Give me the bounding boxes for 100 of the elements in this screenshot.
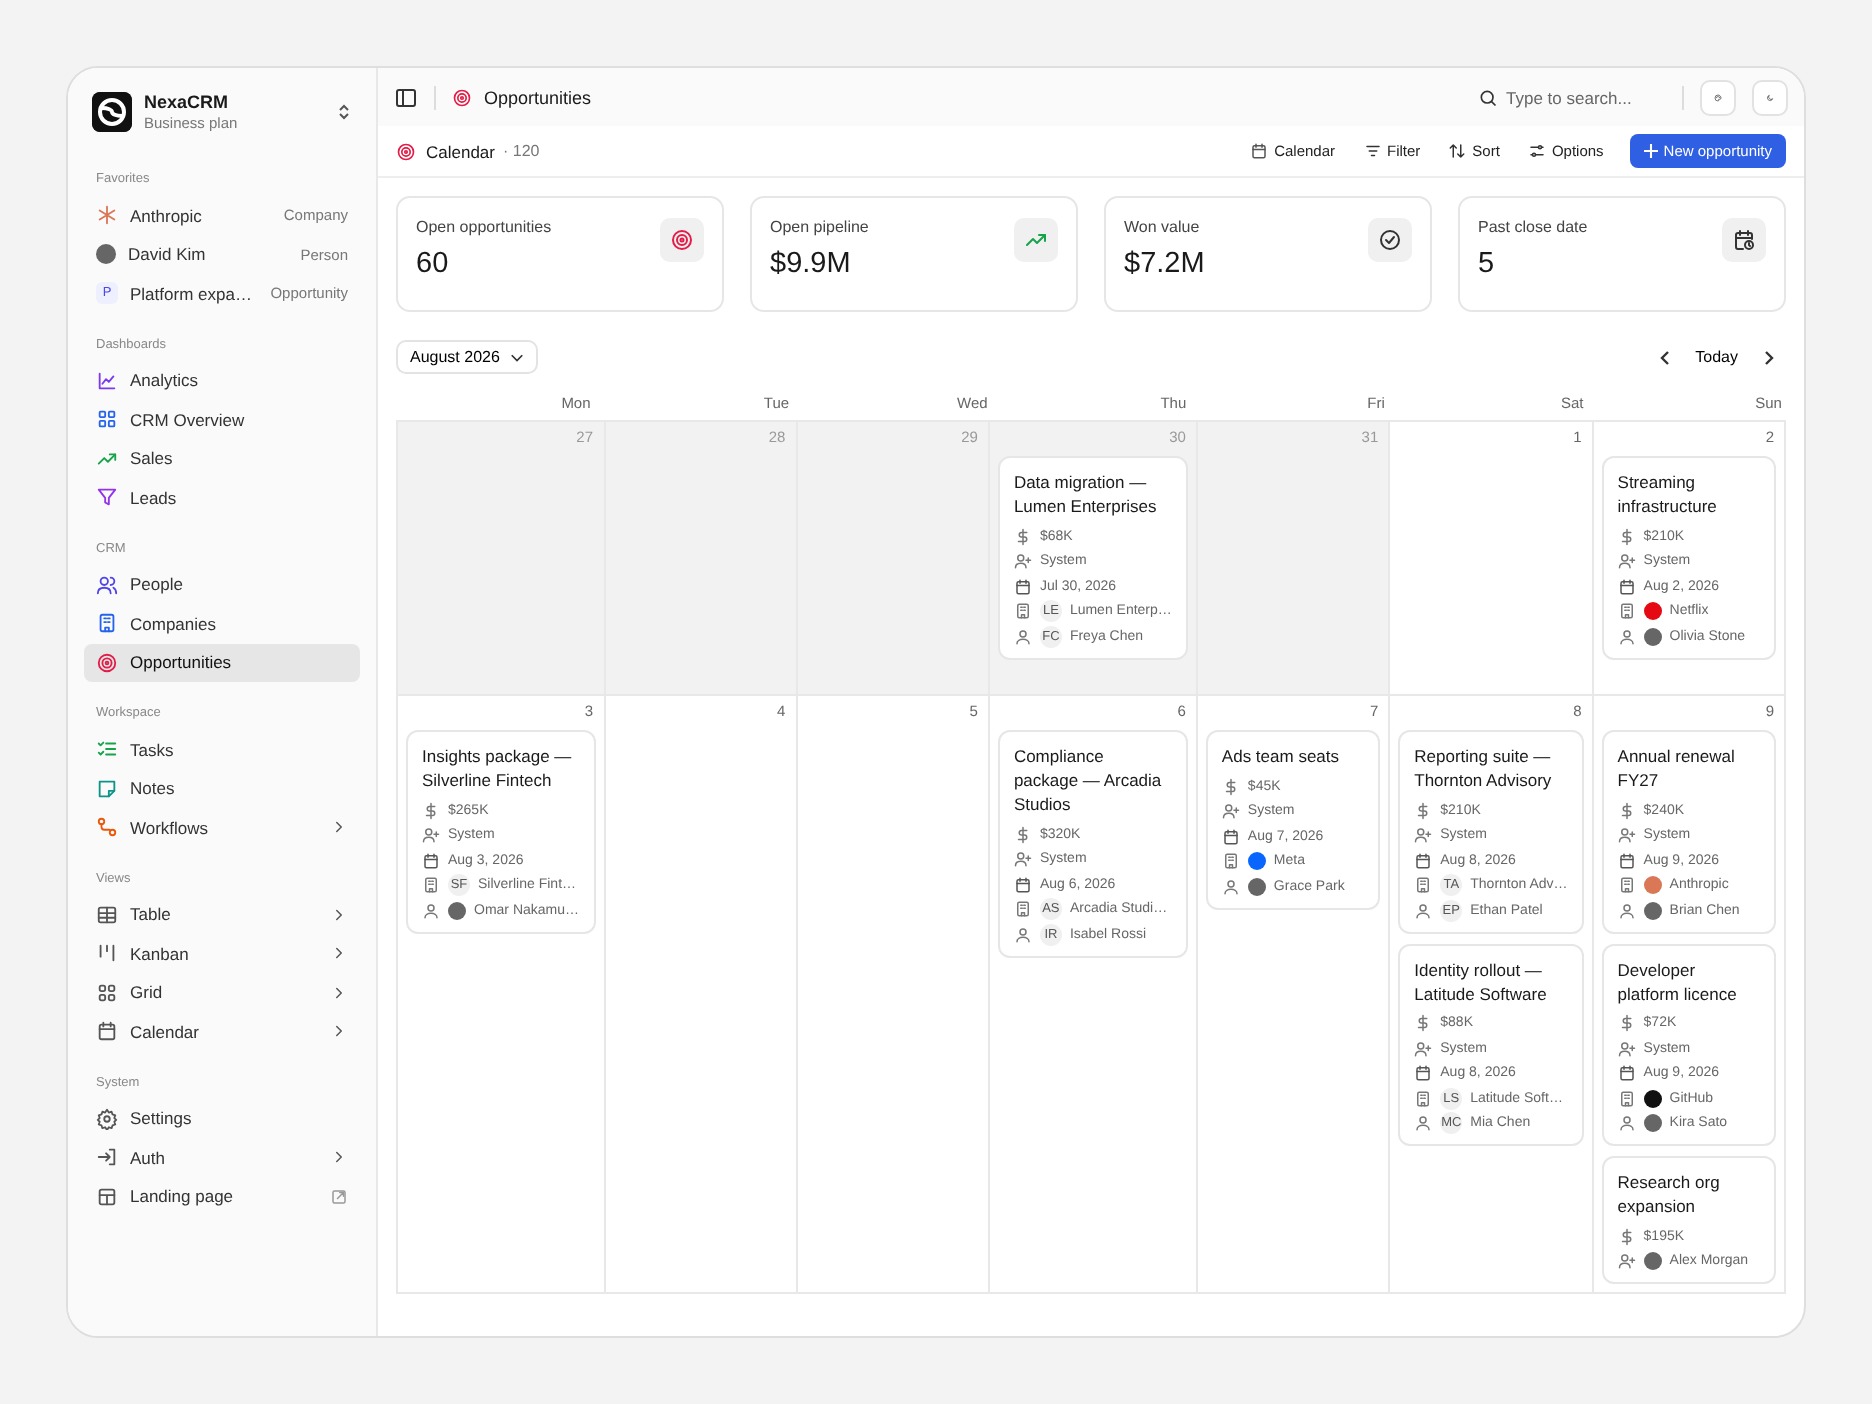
sidebar-item-label: Tasks xyxy=(130,739,176,760)
sidebar-item[interactable]: Workflows xyxy=(84,808,360,847)
today-button[interactable]: Today xyxy=(1683,344,1750,370)
user-icon xyxy=(1013,925,1032,944)
chevron-right-icon xyxy=(330,1148,348,1167)
sidebar-item[interactable]: Leads xyxy=(84,478,360,517)
sidebar-item-label: Companies xyxy=(130,613,218,634)
sidebar-item[interactable]: Companies xyxy=(84,604,360,643)
sidebar-item[interactable]: Kanban xyxy=(84,934,360,973)
sidebar-item[interactable]: Notes xyxy=(84,769,360,808)
deal-title: Compliance package — Arcadia Studios xyxy=(1013,744,1164,816)
sidebar-item[interactable]: Opportunities xyxy=(84,643,360,682)
calendar-clock-icon xyxy=(1732,228,1756,252)
deal-title: Reporting suite — Thornton Advisory xyxy=(1414,744,1554,792)
sidebar-item-label: People xyxy=(130,574,185,595)
user-icon xyxy=(422,901,440,920)
building-icon xyxy=(1617,876,1636,895)
sidebar-item-label: Landing page xyxy=(130,1186,236,1207)
chevron-down-icon xyxy=(509,350,524,364)
chevron-left-icon xyxy=(1657,349,1674,365)
sidebar-item[interactable]: Tasks xyxy=(84,730,360,769)
dollar-icon xyxy=(1221,777,1240,796)
user-icon xyxy=(1617,1114,1636,1133)
plus-icon xyxy=(1643,144,1658,158)
dollar-icon xyxy=(1013,825,1032,844)
sidebar-item[interactable]: Analytics xyxy=(84,361,360,400)
sidebar-item-label: CRM Overview xyxy=(130,409,247,430)
sliders-icon xyxy=(1527,142,1546,160)
note-icon xyxy=(96,777,118,800)
search-field[interactable]: Type to search... xyxy=(1478,87,1666,107)
dollar-icon xyxy=(1013,527,1032,546)
sidebar-item-label: Analytics xyxy=(130,370,201,391)
user-plus-icon xyxy=(1013,850,1032,869)
sidebar-item-label: Table xyxy=(130,904,173,925)
calendar-icon xyxy=(1221,827,1240,846)
chevron-right-icon xyxy=(330,944,348,963)
stat-value: 5 xyxy=(1478,248,1497,280)
user-icon xyxy=(1617,901,1636,920)
target-icon xyxy=(452,87,472,107)
chevron-right-icon xyxy=(330,1022,348,1041)
calendar-icon xyxy=(1250,142,1269,160)
stat-label: Past close date xyxy=(1478,218,1588,236)
calendar-icon xyxy=(1617,851,1636,870)
deal-title: Insights package — Silverline Fintech xyxy=(422,744,574,792)
sidebar-item-label: Auth xyxy=(130,1147,167,1168)
month-picker[interactable]: August 2026 xyxy=(396,340,538,374)
view-name: Calendar xyxy=(426,141,495,161)
chevron-right-icon xyxy=(1760,349,1776,365)
sidebar-item-label: Kanban xyxy=(130,943,191,964)
sidebar-item[interactable]: CRM Overview xyxy=(84,400,360,439)
sidebar-item[interactable]: Auth xyxy=(84,1138,360,1177)
deal-title: Streaming infrastructure xyxy=(1617,470,1719,518)
stat-value: 60 xyxy=(416,248,451,280)
dollar-icon xyxy=(422,801,440,820)
sidebar-item[interactable]: People xyxy=(84,565,360,604)
deal-title: Identity rollout — Latitude Software xyxy=(1414,957,1549,1005)
blocks-icon xyxy=(96,408,118,431)
user-plus-icon xyxy=(1414,1039,1433,1058)
dollar-icon xyxy=(1617,1014,1636,1033)
sidebar-item[interactable]: Sales xyxy=(84,439,360,478)
stat-label: Open pipeline xyxy=(770,218,869,236)
building-icon xyxy=(1221,852,1240,871)
sidebar-item[interactable]: Calendar xyxy=(84,1012,360,1051)
gear-icon xyxy=(96,1107,118,1130)
sidebar-item[interactable]: Settings xyxy=(84,1099,360,1138)
building-icon xyxy=(1013,602,1032,621)
table-icon xyxy=(96,903,118,926)
sidebar-toggle-icon[interactable] xyxy=(394,85,418,109)
user-plus-icon xyxy=(1013,552,1032,571)
sort-icon xyxy=(1448,142,1467,160)
calendar-icon xyxy=(1013,875,1032,894)
sidebar-item-label: Settings xyxy=(130,1108,194,1129)
sidebar-item-label: Grid xyxy=(130,982,165,1003)
dollar-icon xyxy=(1617,801,1636,820)
deal-title: Research org expansion xyxy=(1617,1170,1722,1218)
user-plus-icon xyxy=(1617,1252,1636,1271)
calendar-icon xyxy=(1617,1064,1636,1083)
sidebar-item[interactable]: Grid xyxy=(84,973,360,1012)
check-circle-icon xyxy=(1378,228,1402,252)
stat-value: $7.2M xyxy=(1124,248,1205,280)
sidebar-item-label: Notes xyxy=(130,778,177,799)
sidebar-item[interactable]: Landing page xyxy=(84,1177,360,1216)
sidebar-item[interactable]: Table xyxy=(84,895,360,934)
sidebar-item-label: Opportunities xyxy=(130,652,234,673)
user-plus-icon xyxy=(1617,552,1636,571)
user-icon xyxy=(1414,901,1433,920)
calendar-icon xyxy=(1414,1064,1433,1083)
layout-icon xyxy=(96,1185,118,1208)
sidebar-item-label: Workflows xyxy=(130,817,211,838)
stat-value: $9.9M xyxy=(770,248,853,280)
deal-title: Ads team seats xyxy=(1221,744,1342,768)
calendar-icon xyxy=(1617,577,1636,596)
building-icon xyxy=(1013,900,1032,919)
filter-icon xyxy=(1363,142,1381,160)
checklist-icon xyxy=(96,738,118,761)
workspace-name: NexaCRM xyxy=(144,92,231,112)
building-icon xyxy=(1414,1089,1433,1108)
target-icon xyxy=(96,651,118,674)
trend-up-icon xyxy=(96,447,118,470)
workflow-icon xyxy=(96,816,118,839)
